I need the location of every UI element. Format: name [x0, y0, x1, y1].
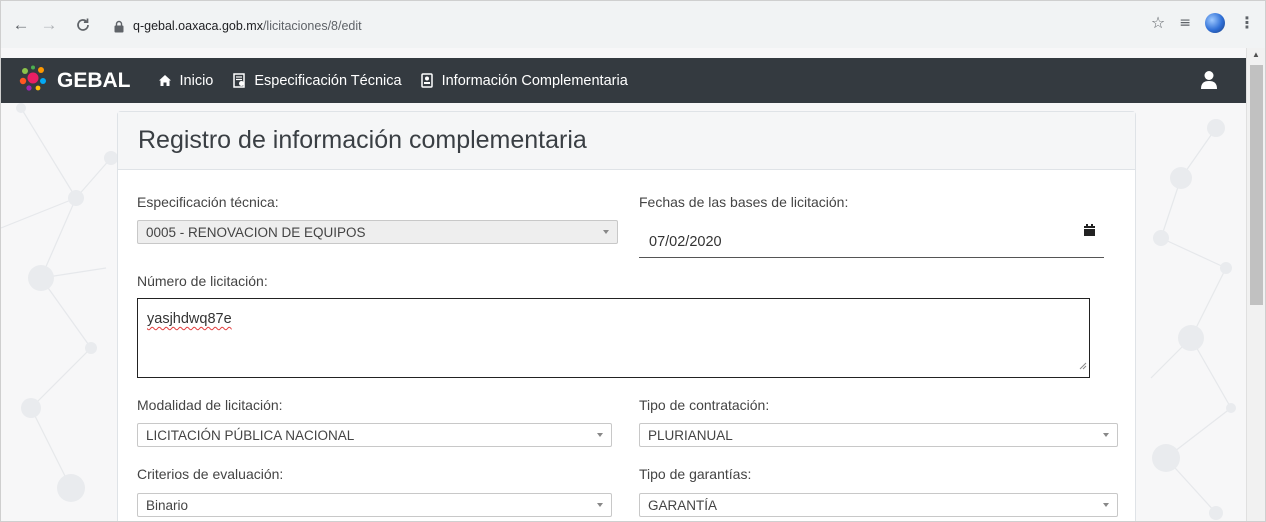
chevron-down-icon	[597, 503, 603, 507]
card-header: Registro de información complementaria	[118, 112, 1135, 170]
profile-avatar[interactable]	[1205, 13, 1225, 33]
tipo-contratacion-label: Tipo de contratación:	[639, 397, 770, 413]
page-viewport: GEBAL Inicio Especificación Técnica Info…	[0, 48, 1266, 522]
vertical-scrollbar[interactable]: ▲	[1246, 48, 1265, 521]
criterios-select[interactable]: Binario	[137, 493, 612, 517]
nav-item-label: Información Complementaria	[441, 72, 628, 89]
criterios-label: Criterios de evaluación:	[137, 466, 284, 482]
fechas-label: Fechas de las bases de licitación:	[639, 194, 849, 210]
numero-textarea[interactable]: yasjhdwq87e	[137, 298, 1090, 378]
chevron-down-icon	[1103, 503, 1109, 507]
scroll-thumb[interactable]	[1250, 65, 1263, 305]
brand-name: GEBAL	[57, 68, 131, 92]
browser-toolbar: ← → q-gebal.oaxaca.gob.mx/licitaciones/8…	[0, 0, 1266, 48]
form-card: Registro de información complementaria E…	[117, 111, 1136, 521]
nav-item-label: Inicio	[179, 72, 214, 89]
chevron-down-icon	[597, 433, 603, 437]
chevron-down-icon	[1103, 433, 1109, 437]
resize-handle-icon[interactable]	[1079, 357, 1087, 375]
top-navbar: GEBAL Inicio Especificación Técnica Info…	[1, 58, 1246, 103]
menu-kebab-icon[interactable]: ⋮	[1239, 13, 1255, 33]
page-title: Registro de información complementaria	[138, 126, 587, 154]
nav-item-especificacion[interactable]: Especificación Técnica	[233, 72, 402, 89]
reading-list-icon[interactable]: ≡	[1179, 15, 1191, 31]
lock-icon	[113, 20, 125, 33]
numero-label: Número de licitación:	[137, 273, 268, 289]
modalidad-select[interactable]: LICITACIÓN PÚBLICA NACIONAL	[137, 423, 612, 447]
nav-item-informacion[interactable]: Información Complementaria	[420, 72, 628, 89]
select-value: PLURIANUAL	[648, 427, 733, 443]
calendar-icon[interactable]	[1083, 223, 1096, 242]
reload-icon[interactable]	[71, 13, 95, 37]
arrow-right-icon[interactable]: →	[37, 13, 61, 37]
url-path: /licitaciones/8/edit	[262, 19, 362, 33]
date-value: 07/02/2020	[649, 234, 722, 250]
fechas-date-input[interactable]: 07/02/2020	[639, 224, 1104, 258]
select-value: Binario	[146, 497, 189, 513]
modalidad-label: Modalidad de licitación:	[137, 397, 283, 413]
select-value: 0005 - RENOVACION DE EQUIPOS	[146, 224, 366, 240]
scroll-up-arrow-icon[interactable]: ▲	[1252, 50, 1260, 59]
brand[interactable]: GEBAL	[19, 65, 131, 96]
tipo-garantias-label: Tipo de garantías:	[639, 466, 752, 482]
gebal-logo-icon	[19, 65, 47, 96]
chevron-down-icon	[603, 230, 609, 234]
bookmark-star-icon[interactable]: ☆	[1151, 13, 1165, 33]
nav-item-label: Especificación Técnica	[254, 72, 402, 89]
arrow-left-icon[interactable]: ←	[9, 13, 33, 37]
home-icon	[158, 74, 172, 87]
user-icon[interactable]	[1200, 70, 1218, 95]
tipo-garantias-select[interactable]: GARANTÍA	[639, 493, 1118, 517]
tipo-contratacion-select[interactable]: PLURIANUAL	[639, 423, 1118, 447]
document-gear-icon	[233, 73, 246, 88]
textarea-value: yasjhdwq87e	[147, 311, 232, 327]
nav-item-inicio[interactable]: Inicio	[158, 72, 214, 89]
select-value: GARANTÍA	[648, 497, 718, 513]
id-card-icon	[420, 73, 434, 88]
especificacion-label: Especificación técnica:	[137, 194, 279, 210]
select-value: LICITACIÓN PÚBLICA NACIONAL	[146, 427, 355, 443]
url-host: q-gebal.oaxaca.gob.mx	[133, 19, 263, 33]
address-bar[interactable]: q-gebal.oaxaca.gob.mx/licitaciones/8/edi…	[113, 14, 1143, 38]
especificacion-select[interactable]: 0005 - RENOVACION DE EQUIPOS	[137, 220, 618, 244]
